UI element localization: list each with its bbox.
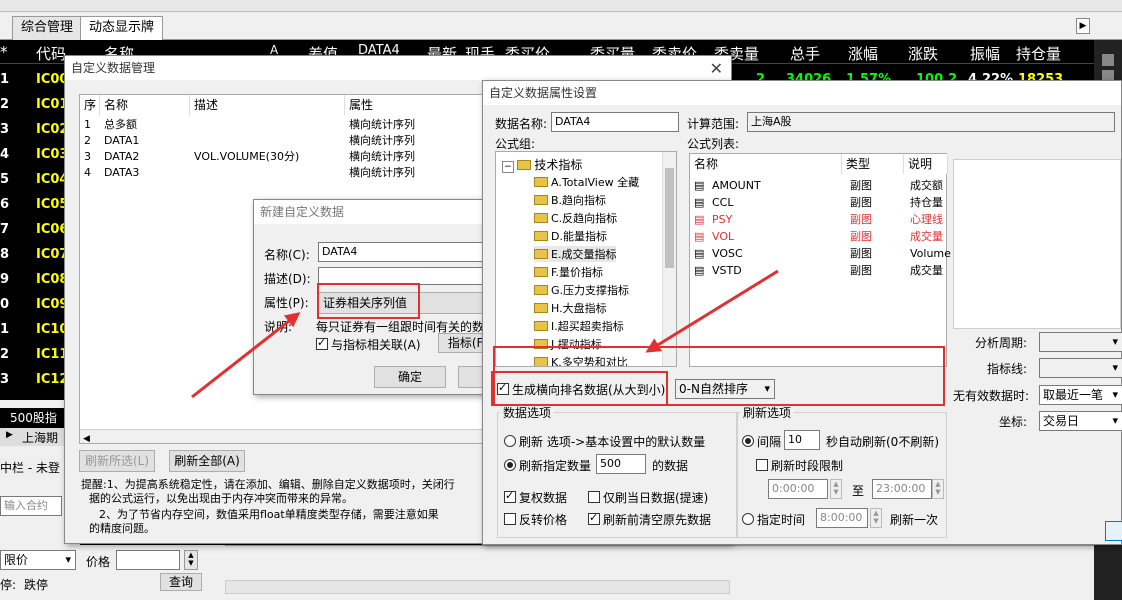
arrow-to-attr xyxy=(191,312,301,399)
arrow-to-rank xyxy=(645,269,779,353)
annotation-arrows xyxy=(191,269,779,399)
